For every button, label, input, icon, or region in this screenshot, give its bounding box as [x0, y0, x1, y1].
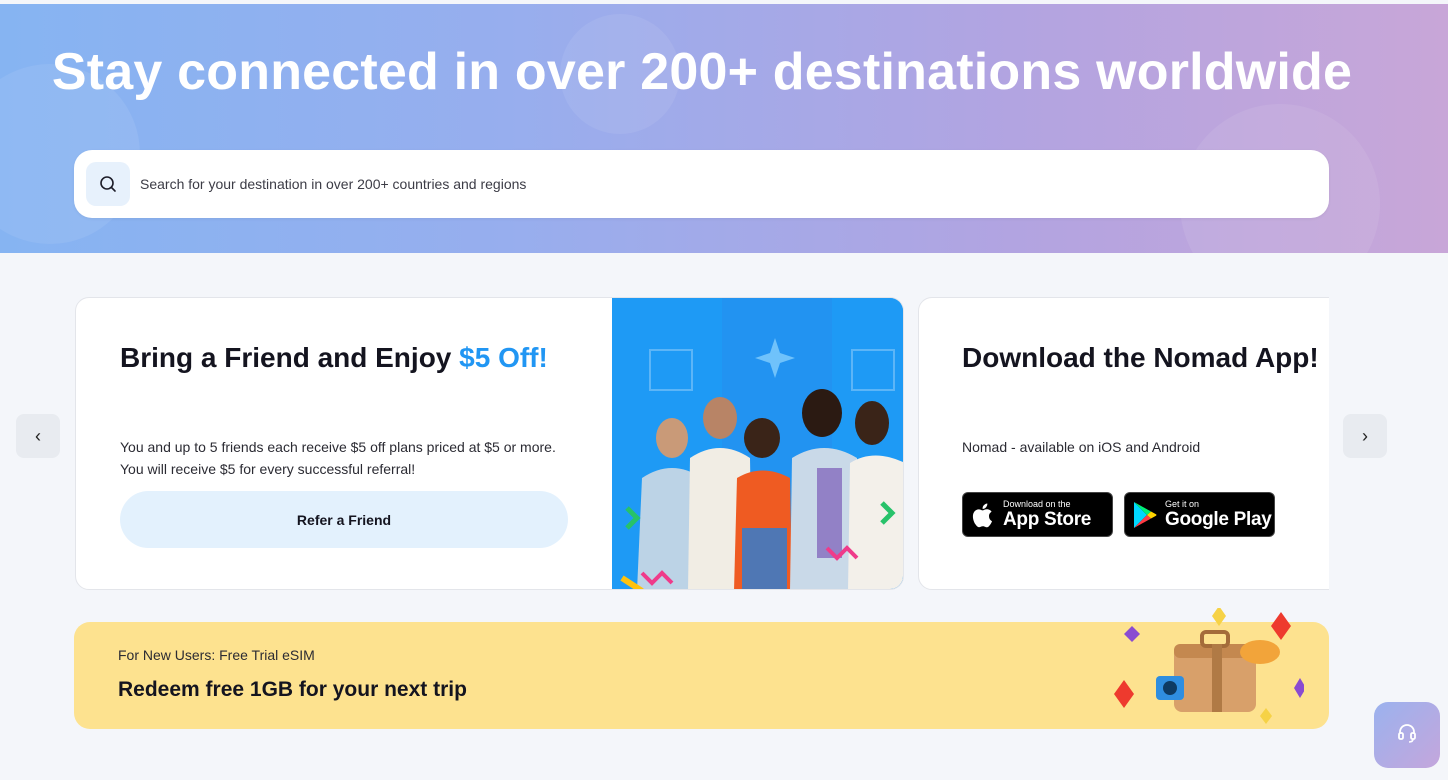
referral-title-main: Bring a Friend and Enjoy — [120, 342, 460, 373]
refer-friend-button[interactable]: Refer a Friend — [120, 491, 568, 548]
hero-title: Stay connected in over 200+ destinations… — [51, 43, 1353, 101]
google-play-icon — [1125, 501, 1165, 529]
carousel-next-button[interactable]: › — [1343, 414, 1387, 458]
referral-title-accent: $5 Off! — [459, 342, 548, 373]
free-trial-banner[interactable]: For New Users: Free Trial eSIM Redeem fr… — [74, 606, 1329, 729]
google-play-text: Get it on Google Play — [1165, 499, 1272, 530]
app-store-badge[interactable]: Download on the App Store — [962, 492, 1113, 537]
promo-carousel: Bring a Friend and Enjoy $5 Off! You and… — [75, 297, 1329, 590]
search-icon[interactable] — [86, 162, 130, 206]
google-play-small-text: Get it on — [1165, 499, 1200, 509]
referral-title: Bring a Friend and Enjoy $5 Off! — [120, 342, 548, 374]
chevron-left-icon: ‹ — [35, 425, 41, 446]
google-play-badge[interactable]: Get it on Google Play — [1124, 492, 1275, 537]
support-chat-button[interactable] — [1374, 702, 1440, 768]
suitcase-illustration — [1104, 606, 1306, 728]
hero-banner: Stay connected in over 200+ destinations… — [0, 4, 1448, 253]
app-download-description: Nomad - available on iOS and Android — [962, 439, 1201, 455]
chevron-right-icon: › — [1362, 425, 1368, 446]
carousel-prev-button[interactable]: ‹ — [16, 414, 60, 458]
app-store-small-text: Download on the — [1003, 499, 1071, 509]
headset-icon — [1396, 722, 1418, 749]
referral-image — [612, 298, 903, 589]
free-trial-label: For New Users: Free Trial eSIM — [118, 647, 315, 663]
app-download-title: Download the Nomad App! — [962, 342, 1319, 373]
app-store-text: Download on the App Store — [1003, 499, 1091, 530]
referral-card: Bring a Friend and Enjoy $5 Off! You and… — [75, 297, 904, 590]
google-play-big-text: Google Play — [1165, 509, 1272, 530]
search-bar[interactable] — [74, 150, 1329, 218]
apple-icon — [963, 502, 1003, 528]
referral-description: You and up to 5 friends each receive $5 … — [120, 439, 556, 477]
search-input[interactable] — [140, 164, 1310, 204]
app-store-big-text: App Store — [1003, 509, 1092, 530]
app-download-card: Download the Nomad App! Nomad - availabl… — [918, 297, 1329, 590]
free-trial-title: Redeem free 1GB for your next trip — [118, 678, 467, 701]
